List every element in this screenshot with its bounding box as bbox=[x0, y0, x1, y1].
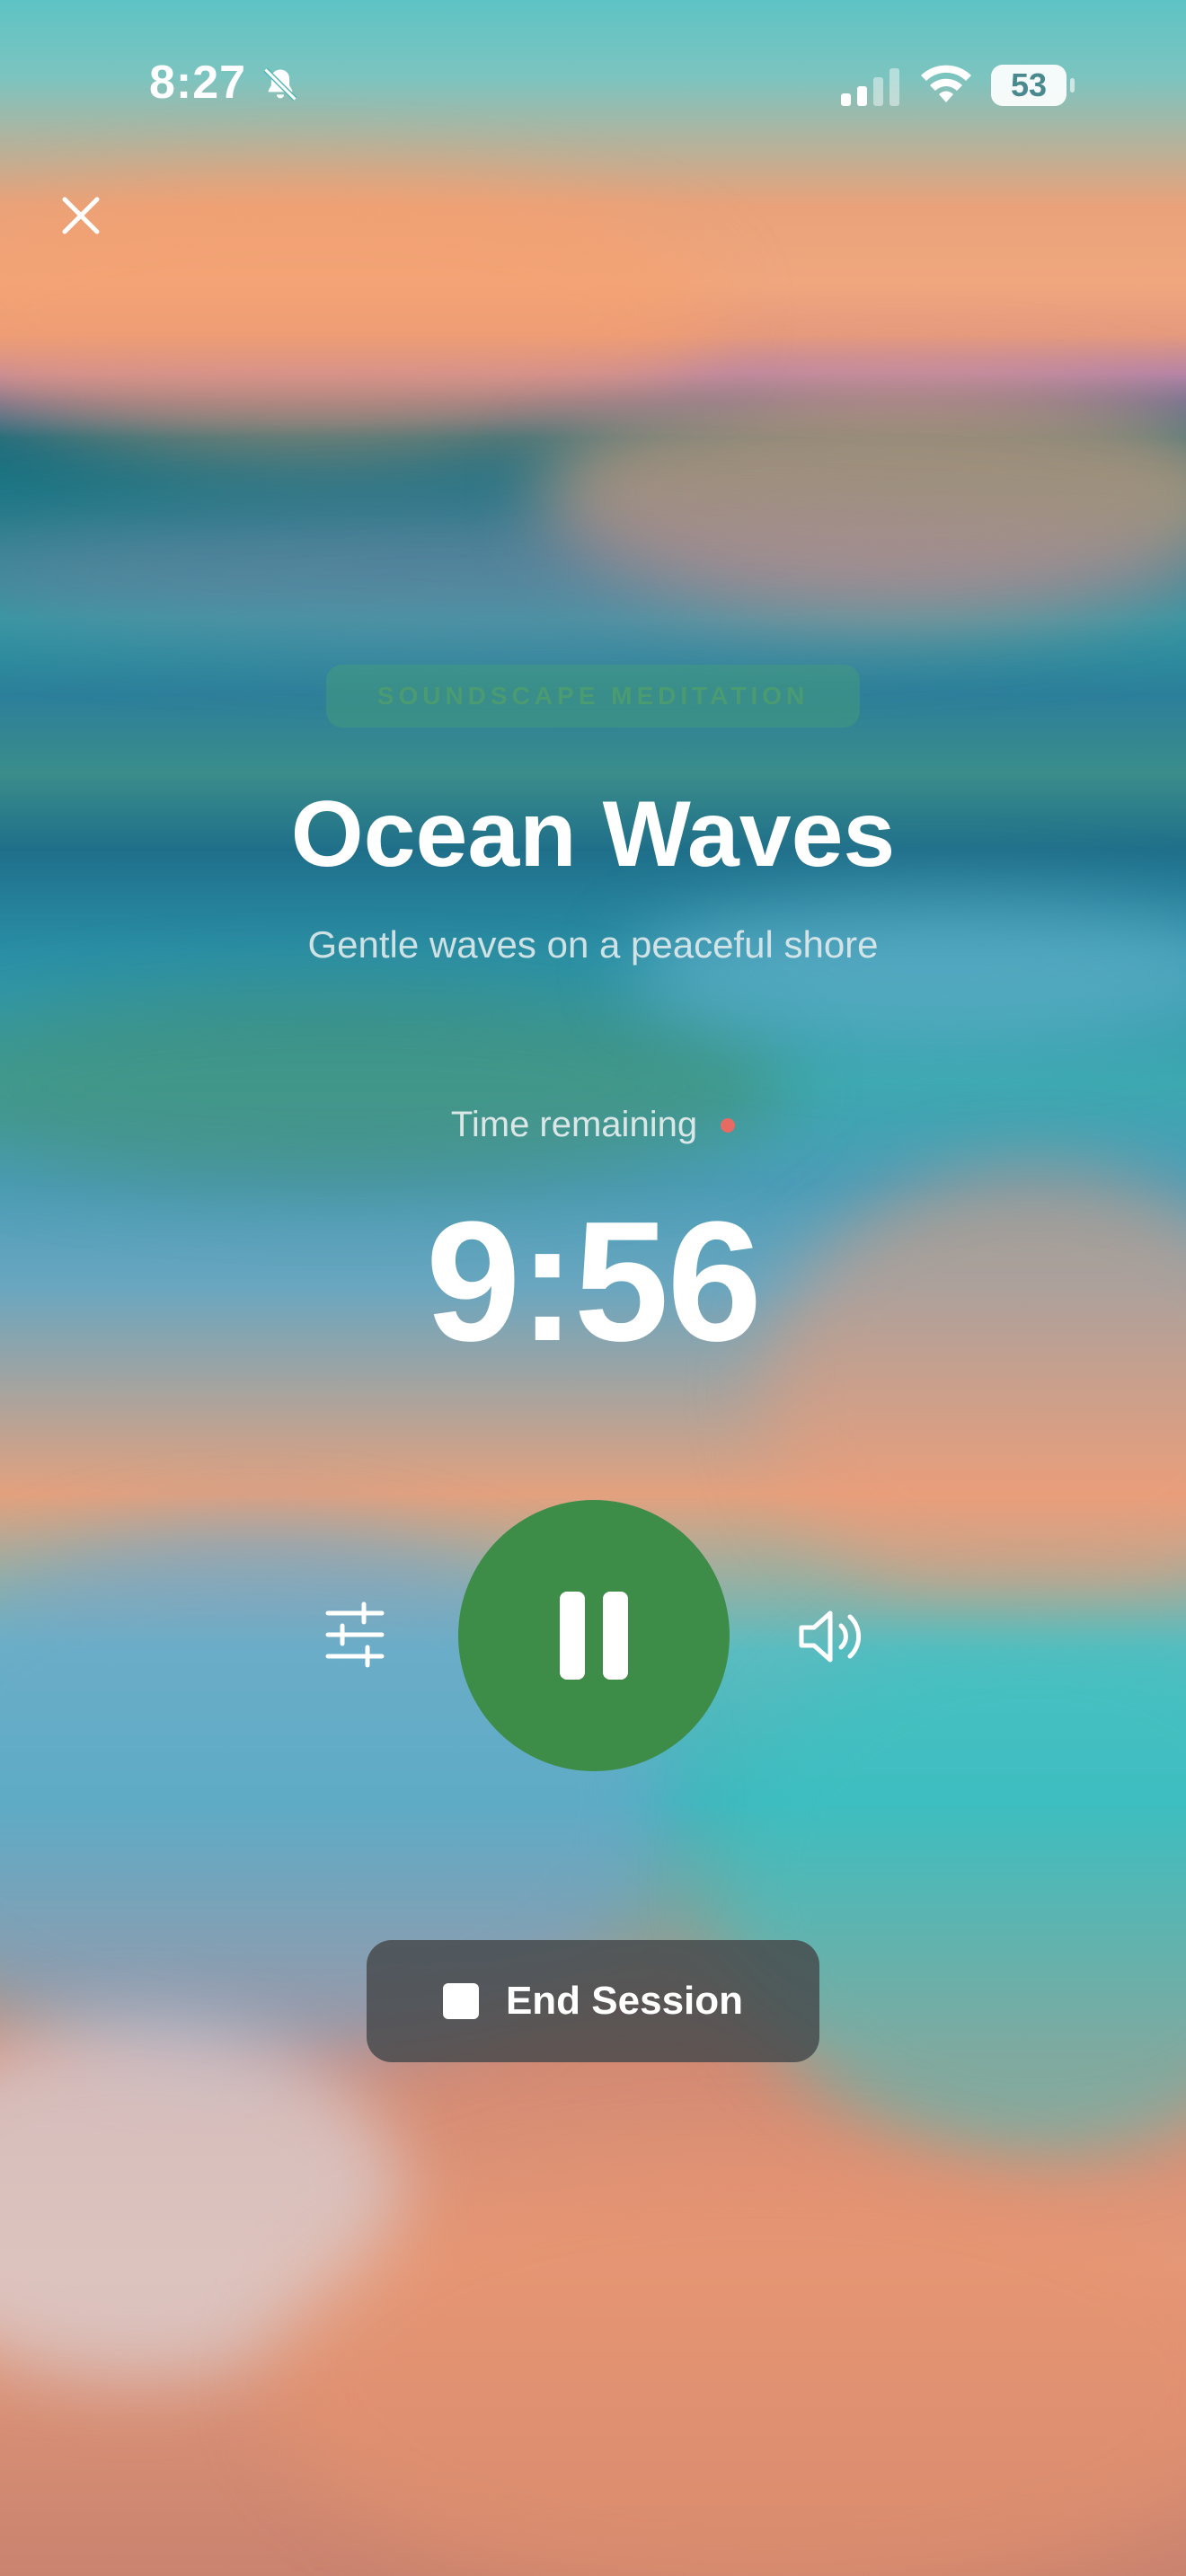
meditation-session-screen: 8:27 53 SOUNDSCAPE MEDITATION Ocean Wave… bbox=[0, 0, 1186, 2576]
time-remaining-value: 9:56 bbox=[425, 1187, 762, 1377]
wifi-icon bbox=[921, 65, 971, 102]
pause-button[interactable] bbox=[458, 1500, 730, 1771]
bell-slash-icon bbox=[263, 67, 297, 101]
battery-cap bbox=[1070, 78, 1075, 93]
session-title: Ocean Waves bbox=[290, 782, 896, 887]
live-indicator-dot bbox=[721, 1117, 736, 1133]
status-time: 8:27 bbox=[149, 57, 247, 109]
sliders-icon bbox=[325, 1601, 385, 1668]
cellular-signal-icon bbox=[841, 68, 899, 106]
stop-icon bbox=[442, 1983, 479, 2019]
end-session-button[interactable]: End Session bbox=[367, 1940, 819, 2062]
end-session-label: End Session bbox=[505, 1979, 744, 2023]
time-remaining-row: Time remaining bbox=[0, 1105, 1186, 1145]
battery-level: 53 bbox=[991, 65, 1067, 106]
battery-indicator: 53 bbox=[991, 65, 1075, 106]
close-icon bbox=[62, 197, 100, 234]
pause-icon-bar bbox=[603, 1592, 628, 1680]
pause-icon bbox=[560, 1592, 585, 1680]
playback-controls bbox=[0, 1500, 1186, 1771]
volume-button[interactable] bbox=[794, 1601, 866, 1672]
category-badge: SOUNDSCAPE MEDITATION bbox=[326, 665, 860, 728]
adjust-sound-button[interactable] bbox=[319, 1599, 391, 1671]
time-remaining-label: Time remaining bbox=[450, 1105, 698, 1144]
close-button[interactable] bbox=[54, 189, 108, 243]
status-bar: 8:27 53 bbox=[0, 0, 1186, 171]
session-subtitle: Gentle waves on a peaceful shore bbox=[307, 923, 879, 966]
speaker-icon bbox=[799, 1610, 862, 1663]
